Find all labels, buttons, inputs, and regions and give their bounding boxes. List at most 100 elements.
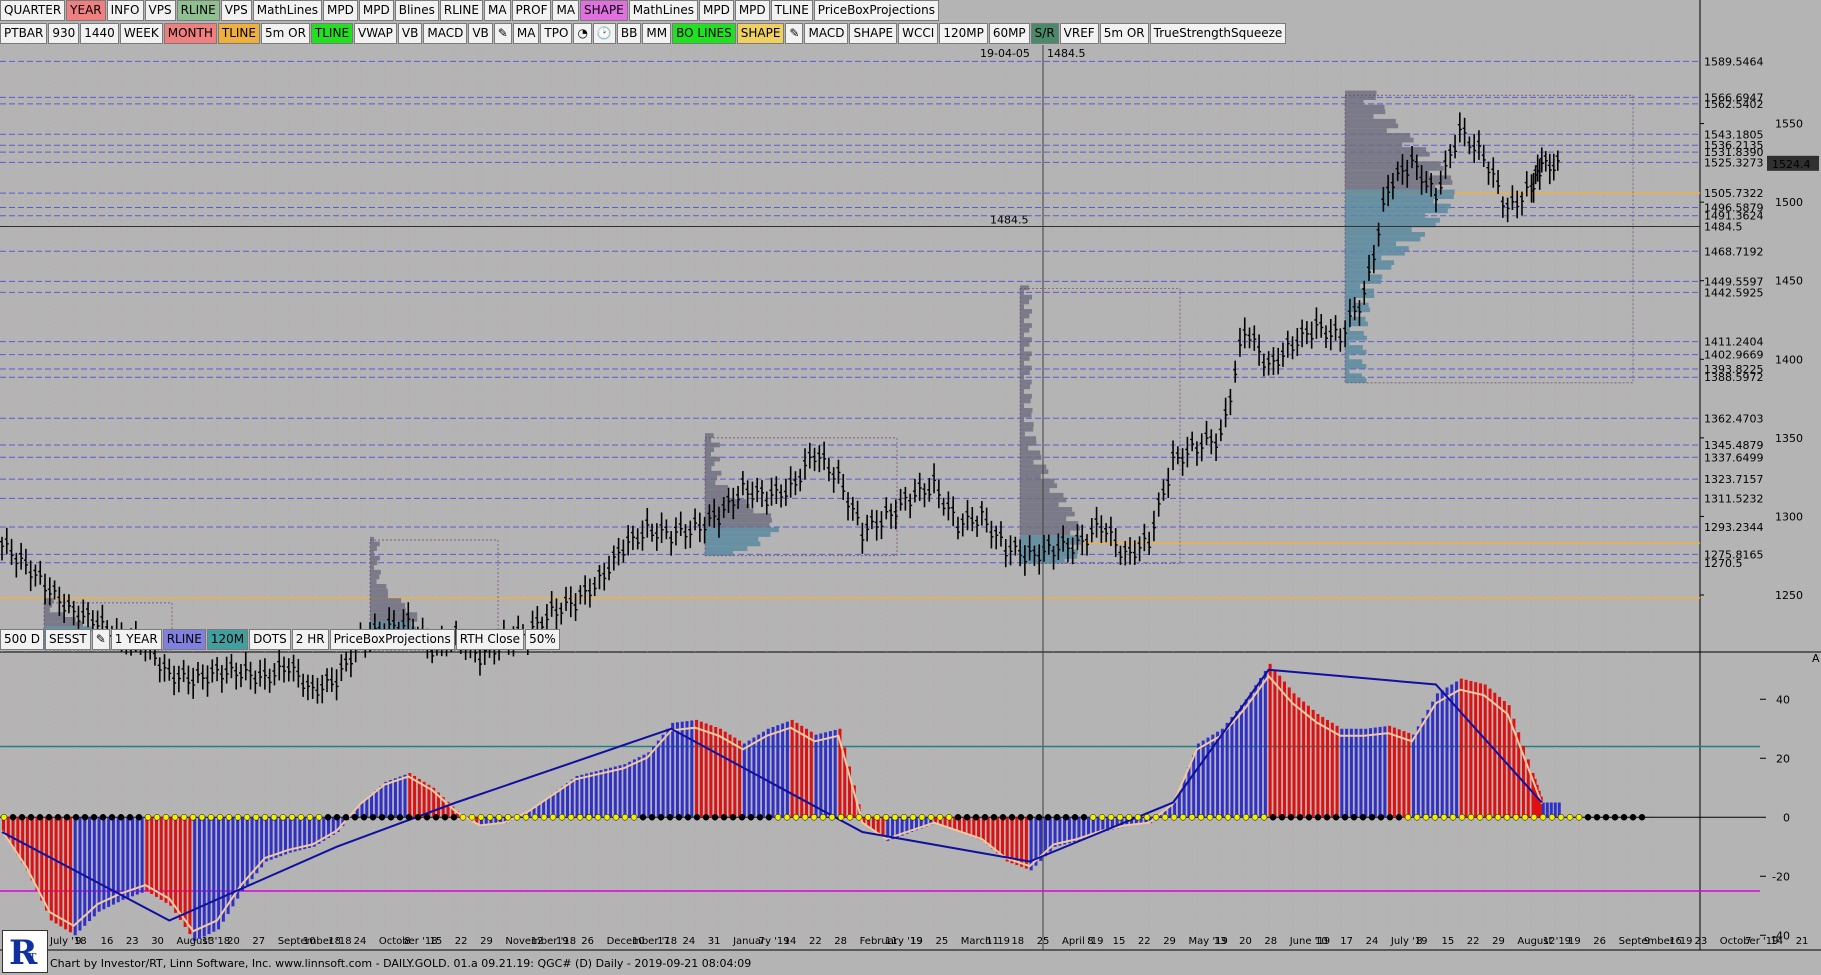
histogram-bar [1426, 709, 1430, 818]
histogram-bar [805, 728, 809, 818]
squeeze-dot [99, 814, 107, 821]
squeeze-dot [774, 814, 782, 821]
toolbar1-button-8[interactable]: MPD [358, 0, 394, 21]
squeeze-dot [1332, 814, 1340, 821]
toolbar2-button-25[interactable]: 120MP [939, 23, 988, 44]
toolbar1-button-17[interactable]: MPD [734, 0, 770, 21]
toolbar1-button-4[interactable]: RLINE [176, 0, 220, 21]
toolbar2-button-0[interactable]: PTBAR [0, 23, 48, 44]
squeeze-dot [594, 814, 602, 821]
toolbar1-button-6[interactable]: MathLines [252, 0, 323, 21]
toolbar1-button-5[interactable]: VPS [220, 0, 252, 21]
histogram-bar [1340, 728, 1344, 818]
toolbar2-button-14[interactable]: TPO [540, 23, 573, 44]
profile-bar [1020, 398, 1031, 404]
squeeze-dot [927, 814, 935, 821]
toolbar2-button-30[interactable]: TrueStrengthSqueeze [1149, 23, 1287, 44]
toolbar3-button-1[interactable]: SESST [44, 629, 91, 650]
toolbar2-button-3[interactable]: WEEK [119, 23, 163, 44]
histogram-bar [1263, 670, 1267, 818]
toolbar1-button-16[interactable]: MPD [698, 0, 734, 21]
date-label: April '19 [1062, 936, 1104, 947]
histogram-bar [274, 817, 278, 858]
toolbar3-button-2[interactable]: ✎ [91, 629, 110, 650]
toolbar2-button-24[interactable]: WCCI [898, 23, 939, 44]
squeeze-dot [747, 814, 755, 821]
profile-bar [370, 588, 388, 594]
profile-bar [1345, 293, 1375, 298]
toolbar2-button-19[interactable]: BO LINES [672, 23, 736, 44]
squeeze-dot [243, 814, 251, 821]
toolbar3-button-3[interactable]: 1 YEAR [110, 629, 162, 650]
toolbar1-button-3[interactable]: VPS [144, 0, 176, 21]
toolbar1-button-1[interactable]: YEAR [66, 0, 106, 21]
toolbar1-button-0[interactable]: QUARTER [0, 0, 66, 21]
toolbar3-button-7[interactable]: 2 HR [291, 629, 329, 650]
toolbar2-button-20[interactable]: SHAPE [736, 23, 785, 44]
squeeze-dot [261, 814, 269, 821]
toolbar2-button-8[interactable]: VWAP [354, 23, 397, 44]
toolbar2-button-16[interactable]: 🕑 [592, 23, 616, 44]
profile-bar [705, 456, 721, 462]
toolbar1-button-19[interactable]: PriceBoxProjections [813, 0, 939, 21]
date-label: 15 [430, 936, 443, 947]
squeeze-dot [378, 814, 386, 821]
histogram-bar [996, 817, 1000, 854]
squeeze-dot [1071, 814, 1079, 821]
histogram-bar [135, 817, 139, 895]
toolbar1-button-2[interactable]: INFO [106, 0, 144, 21]
toolbar2-button-5[interactable]: TLINE [217, 23, 260, 44]
toolbar2-button-26[interactable]: 60MP [988, 23, 1030, 44]
toolbar2-button-4[interactable]: MONTH [163, 23, 217, 44]
toolbar2-button-11[interactable]: VB [468, 23, 493, 44]
toolbar1-button-18[interactable]: TLINE [770, 0, 813, 21]
toolbar1-button-13[interactable]: MA [552, 0, 580, 21]
toolbar2-button-15[interactable]: ◔ [573, 23, 592, 44]
toolbar2-button-27[interactable]: S/R [1030, 23, 1059, 44]
toolbar3-button-5[interactable]: 120M [206, 629, 249, 650]
histogram-bar [226, 817, 230, 915]
toolbar2-button-17[interactable]: BB [616, 23, 642, 44]
squeeze-dot [1107, 814, 1115, 821]
squeeze-dot [1593, 814, 1601, 821]
toolbar2-button-9[interactable]: VB [397, 23, 423, 44]
toolbar1-button-9[interactable]: Blines [394, 0, 439, 21]
date-label: 28 [1264, 936, 1277, 947]
toolbar2-button-18[interactable]: MM [642, 23, 672, 44]
toolbar1-button-10[interactable]: RLINE [439, 0, 483, 21]
toolbar2-button-7[interactable]: TLINE [310, 23, 354, 44]
histogram-bar [21, 817, 25, 863]
toolbar3-button-6[interactable]: DOTS [249, 629, 291, 650]
histogram-bar [178, 817, 182, 920]
toolbar1-button-11[interactable]: MA [483, 0, 511, 21]
toolbar2-button-28[interactable]: VREF [1059, 23, 1099, 44]
profile-bar [1020, 426, 1034, 432]
toolbar1-button-14[interactable]: SHAPE [580, 0, 628, 21]
toolbar2-button-22[interactable]: MACD [804, 23, 849, 44]
toolbar2-button-23[interactable]: SHAPE [849, 23, 898, 44]
profile-bar [370, 536, 374, 542]
histogram-bar [16, 817, 20, 856]
toolbar2-button-10[interactable]: MACD [423, 23, 468, 44]
chart-canvas[interactable]: 1589.54641566.69471562.54021543.18051536… [0, 0, 1821, 971]
toolbar2-button-1[interactable]: 930 [48, 23, 80, 44]
toolbar3-button-10[interactable]: 50% [525, 629, 560, 650]
toolbar1-button-12[interactable]: PROF [511, 0, 552, 21]
toolbar3-button-4[interactable]: RLINE [162, 629, 206, 650]
level-label: 1293.2344 [1704, 521, 1764, 534]
profile-bar [1345, 90, 1377, 96]
toolbar2-button-21[interactable]: ✎ [785, 23, 804, 44]
toolbar2-button-13[interactable]: MA [512, 23, 540, 44]
toolbar2-button-2[interactable]: 1440 [80, 23, 119, 44]
toolbar3-button-8[interactable]: PriceBoxProjections [329, 629, 455, 650]
level-label: 1402.9669 [1704, 349, 1764, 362]
toolbar2-button-29[interactable]: 5m OR [1099, 23, 1149, 44]
toolbar2-button-6[interactable]: 5m OR [260, 23, 310, 44]
toolbar3-button-9[interactable]: RTH Close [455, 629, 525, 650]
toolbar1-button-7[interactable]: MPD [323, 0, 358, 21]
toolbar1-button-15[interactable]: MathLines [628, 0, 698, 21]
histogram-bar [1388, 725, 1392, 818]
toolbar3-button-0[interactable]: 500 D [0, 629, 44, 650]
profile-bar [1020, 356, 1030, 361]
toolbar2-button-12[interactable]: ✎ [493, 23, 512, 44]
